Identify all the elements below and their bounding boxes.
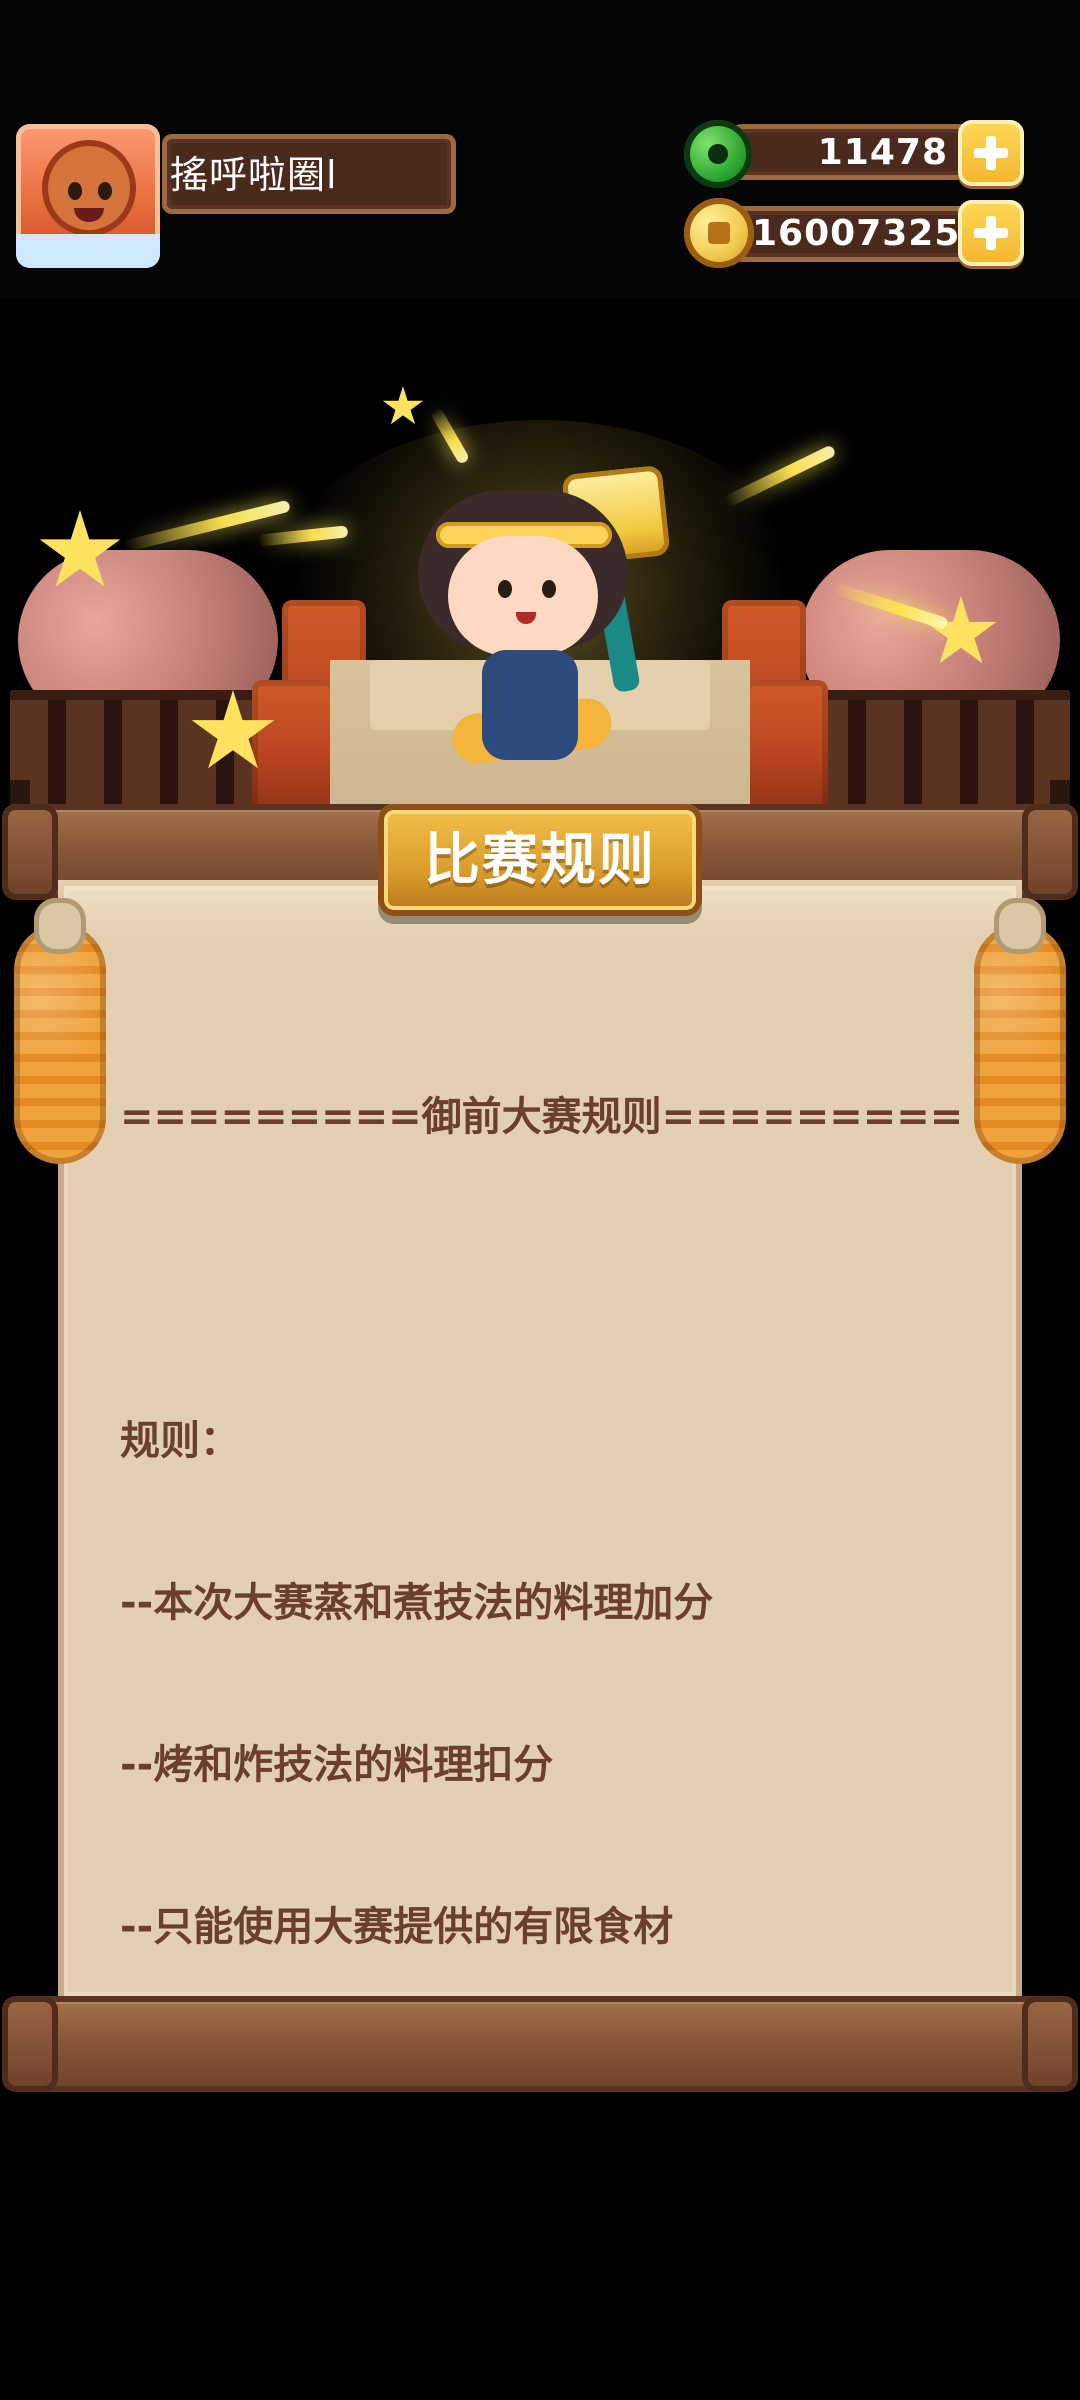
red-pillar-right-front bbox=[744, 680, 828, 820]
cheering-character bbox=[390, 450, 671, 790]
rules-label: 规则： bbox=[120, 1418, 240, 1464]
corn-decoration-right bbox=[974, 898, 1066, 1164]
avatar-eye-left bbox=[68, 182, 82, 200]
red-pillar-left-front bbox=[252, 680, 336, 820]
add-coins-button[interactable] bbox=[958, 200, 1024, 266]
rules-text: =========御前大赛规则========= 规则： --本次大赛蒸和煮技法… bbox=[120, 982, 980, 2062]
event-illustration bbox=[0, 360, 1080, 820]
star-icon bbox=[382, 386, 424, 425]
avatar-eye-right bbox=[98, 182, 112, 200]
add-gems-button[interactable] bbox=[958, 120, 1024, 186]
player-avatar[interactable] bbox=[16, 124, 160, 268]
rules-title: 比赛规则 bbox=[424, 828, 656, 893]
green-gem-icon bbox=[684, 120, 752, 188]
avatar-scarf bbox=[16, 234, 160, 268]
gem-count: 11478 bbox=[817, 132, 948, 173]
rules-spacer bbox=[120, 1252, 980, 1306]
player-name: 搖呼啦圈l bbox=[170, 153, 338, 197]
gold-coin-icon bbox=[684, 198, 754, 268]
character-face bbox=[448, 536, 598, 656]
character-eye-left bbox=[498, 580, 512, 598]
rules-header: =========御前大赛规则========= bbox=[120, 1094, 964, 1140]
rule-line-2: --烤和炸技法的料理扣分 bbox=[120, 1742, 554, 1788]
character-eye-right bbox=[542, 580, 556, 598]
gold-streak bbox=[723, 444, 837, 508]
game-screen: 搖呼啦圈l 11478 16007325 比赛规则 =========御前大赛规… bbox=[0, 0, 1080, 2400]
character-body bbox=[482, 650, 578, 760]
rule-line-3: --只能使用大赛提供的有限食材 bbox=[120, 1904, 674, 1950]
rule-line-1: --本次大赛蒸和煮技法的料理加分 bbox=[120, 1580, 714, 1626]
corn-decoration-left bbox=[14, 898, 106, 1164]
wooden-fence-right bbox=[810, 690, 1070, 820]
coin-count: 16007325 bbox=[752, 213, 961, 254]
